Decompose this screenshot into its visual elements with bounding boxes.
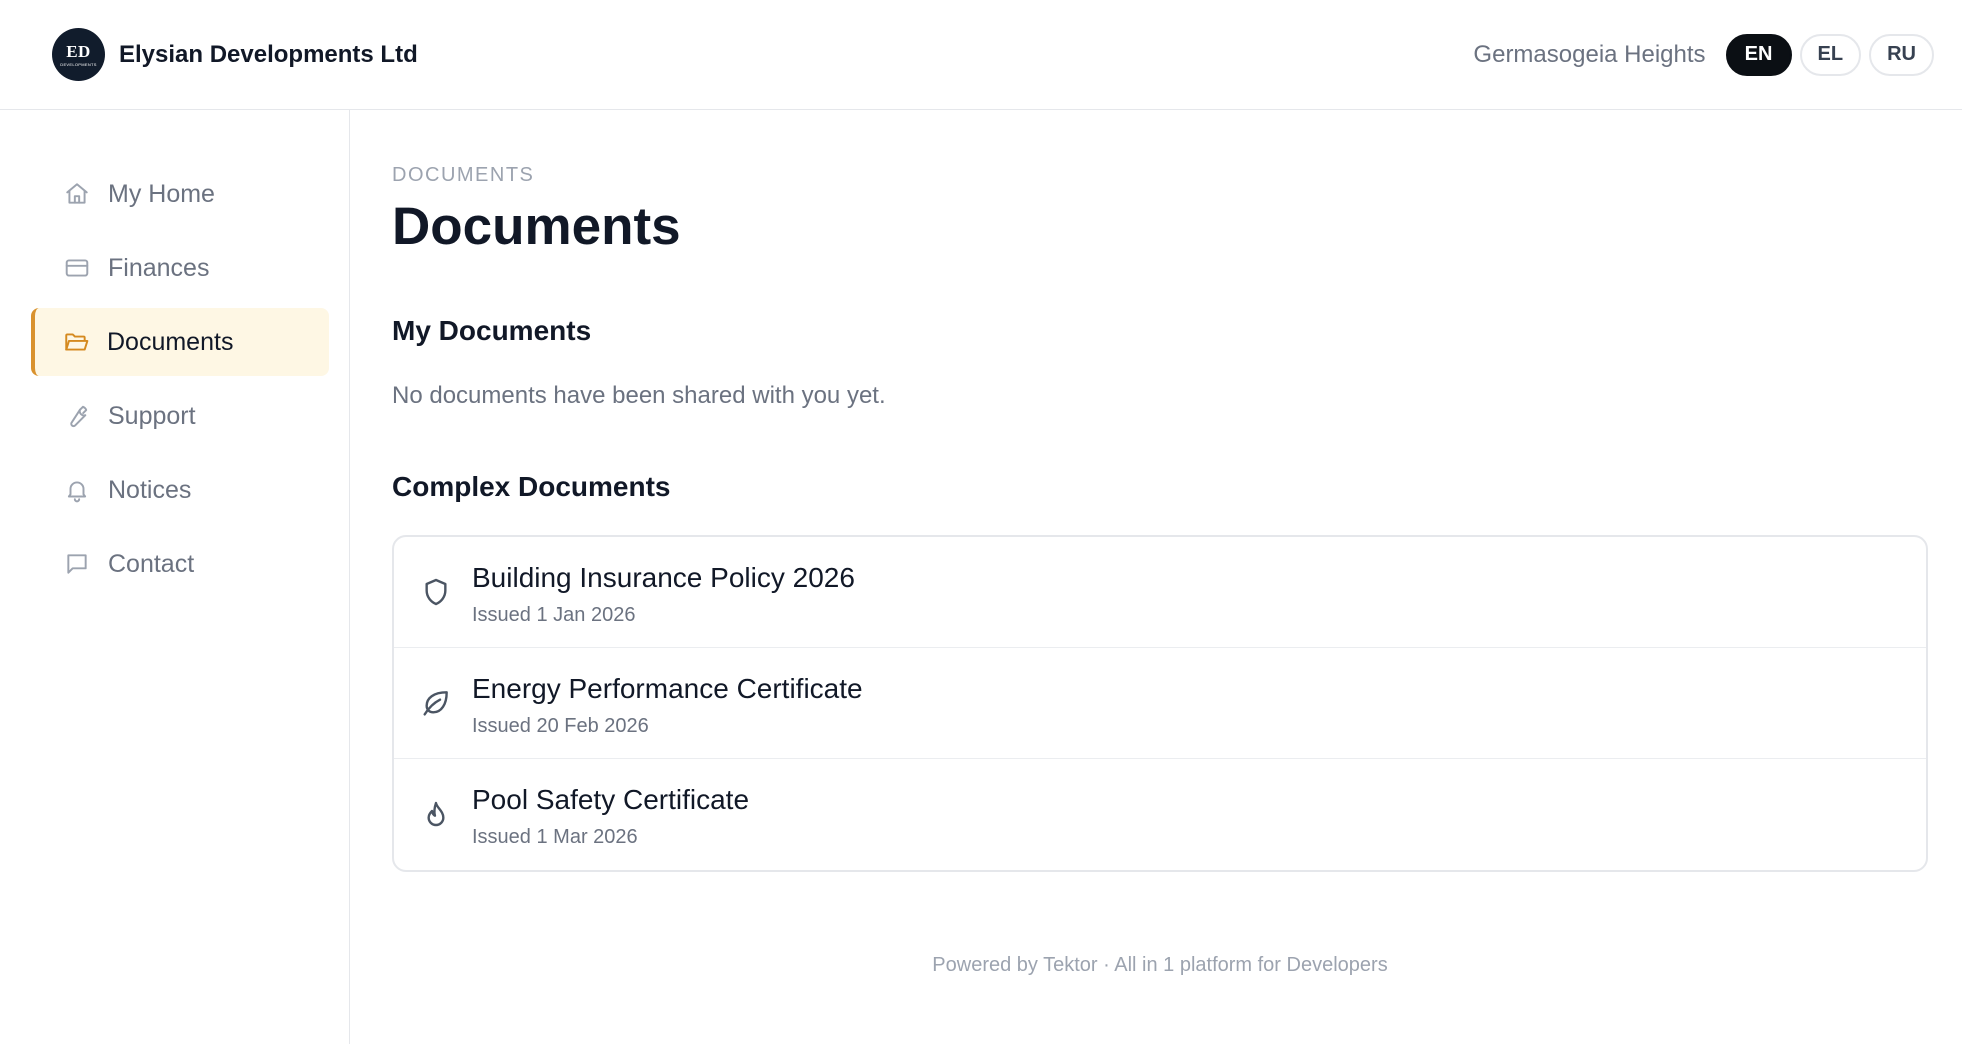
sidebar-nav: My Home Finances Documents Support Notic… <box>0 110 350 1044</box>
document-date: Issued 1 Mar 2026 <box>472 826 638 848</box>
footer-text: Powered by Tektor · All in 1 platform fo… <box>932 954 1388 976</box>
language-button-el[interactable]: EL <box>1799 33 1862 76</box>
sidebar-item-label: My Home <box>108 179 215 208</box>
sidebar-item-support[interactable]: Support <box>31 382 329 450</box>
empty-state-text: No documents have been shared with you y… <box>392 382 886 409</box>
credit-card-icon <box>65 259 89 277</box>
my-documents-heading: My Documents <box>392 315 592 346</box>
brand[interactable]: ED DEVELOPMENTS Elysian Developments Ltd <box>52 28 418 81</box>
document-row-energy-performance[interactable]: Energy Performance Certificate Issued 20… <box>394 648 1926 759</box>
wrench-icon <box>70 405 88 427</box>
sidebar-item-contact[interactable]: Contact <box>31 530 329 598</box>
sidebar-item-finances[interactable]: Finances <box>31 234 329 302</box>
logo-monogram: ED <box>66 41 91 61</box>
sidebar-item-label: Notices <box>108 475 192 504</box>
document-row-pool-safety[interactable]: Pool Safety Certificate Issued 1 Mar 202… <box>394 759 1926 870</box>
shield-icon <box>425 578 447 606</box>
folder-open-icon <box>65 333 89 351</box>
sidebar-item-label: Support <box>108 401 196 430</box>
leaf-icon <box>423 691 448 716</box>
language-button-en[interactable]: EN <box>1725 33 1792 76</box>
main-content: DOCUMENTS Documents My Documents No docu… <box>392 110 1928 1044</box>
project-name: Germasogeia Heights <box>1473 40 1706 68</box>
complex-documents-heading: Complex Documents <box>392 471 671 502</box>
top-header: ED DEVELOPMENTS Elysian Developments Ltd… <box>0 0 1962 110</box>
document-row-building-insurance[interactable]: Building Insurance Policy 2026 Issued 1 … <box>394 537 1926 648</box>
company-name: Elysian Developments Ltd <box>119 40 418 68</box>
message-square-icon <box>67 554 87 574</box>
sidebar-item-my-home[interactable]: My Home <box>31 160 329 228</box>
document-title: Pool Safety Certificate <box>472 784 750 815</box>
sidebar-item-label: Finances <box>108 253 210 282</box>
sidebar-item-notices[interactable]: Notices <box>31 456 329 524</box>
complex-documents-list: Building Insurance Policy 2026 Issued 1 … <box>392 535 1928 872</box>
company-logo: ED DEVELOPMENTS <box>52 28 105 81</box>
document-date: Issued 20 Feb 2026 <box>472 714 649 737</box>
home-icon <box>66 183 88 204</box>
document-date: Issued 1 Jan 2026 <box>472 603 636 626</box>
logo-subtext: DEVELOPMENTS <box>60 61 97 67</box>
flame-icon <box>427 801 445 826</box>
document-title: Building Insurance Policy 2026 <box>472 561 855 593</box>
document-title: Energy Performance Certificate <box>472 672 863 704</box>
bell-icon <box>67 481 87 503</box>
breadcrumb: DOCUMENTS <box>392 164 535 186</box>
sidebar-item-label: Contact <box>108 549 195 578</box>
page-title: Documents <box>392 197 681 256</box>
sidebar-item-documents[interactable]: Documents <box>31 308 329 376</box>
language-button-ru[interactable]: RU <box>1869 33 1934 76</box>
sidebar-item-label: Documents <box>107 327 234 356</box>
header-actions: Germasogeia Heights EN EL RU <box>1473 33 1934 76</box>
